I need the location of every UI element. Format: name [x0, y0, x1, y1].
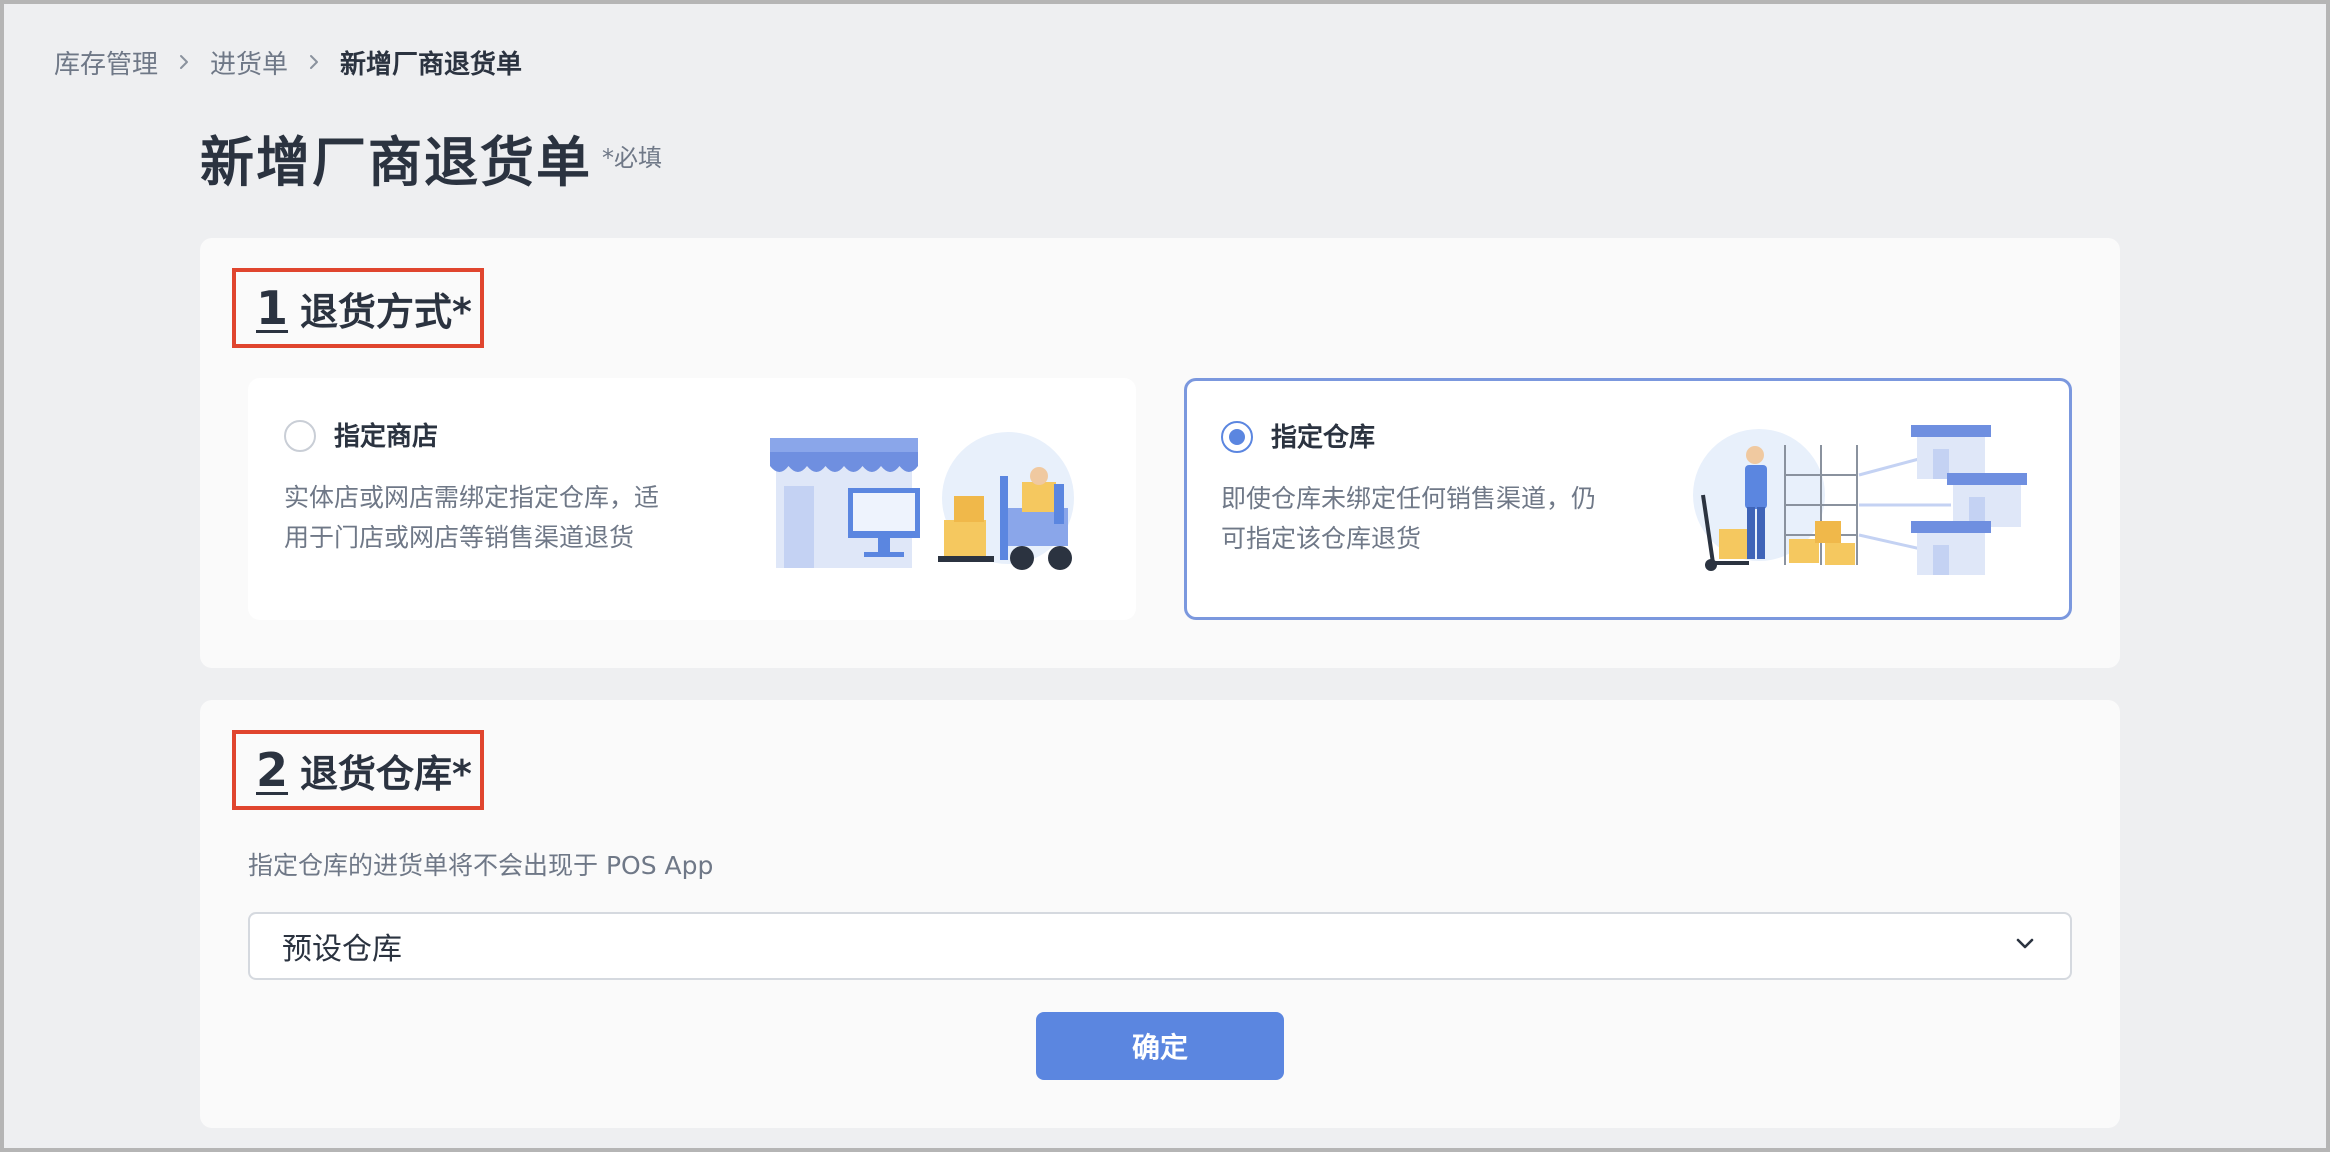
confirm-button[interactable]: 确定 [1036, 1012, 1284, 1080]
option-description: 即使仓库未绑定任何销售渠道，仍 可指定该仓库退货 [1221, 479, 1661, 559]
store-radio[interactable] [284, 420, 316, 452]
warehouse-hint: 指定仓库的进货单将不会出现于 POS App [248, 851, 714, 880]
option-desc-line: 即使仓库未绑定任何销售渠道，仍 [1221, 484, 1597, 513]
step-number: 2 [256, 743, 289, 797]
section-heading-text: 退货方式* [300, 289, 472, 334]
return-method-section: 1 退货方式* 指定商店 实体店或网店需绑定指定仓库，适 用于门店或网店等销售渠… [200, 238, 2120, 668]
return-warehouse-section: 2 退货仓库* 指定仓库的进货单将不会出现于 POS App 预设仓库 确定 [200, 700, 2120, 1128]
option-description: 实体店或网店需绑定指定仓库，适 用于门店或网店等销售渠道退货 [284, 478, 724, 558]
breadcrumb-current: 新增厂商退货单 [340, 49, 523, 80]
option-title: 指定仓库 [1271, 423, 1376, 453]
chevron-down-icon [2012, 931, 2038, 961]
option-card-warehouse[interactable]: 指定仓库 即使仓库未绑定任何销售渠道，仍 可指定该仓库退货 [1184, 378, 2072, 620]
option-title: 指定商店 [334, 422, 439, 452]
step-number: 1 [256, 281, 289, 335]
return-method-heading: 1 退货方式* [232, 268, 484, 348]
warehouse-distribution-illustration-icon [1693, 425, 2027, 575]
warehouse-select[interactable]: 预设仓库 [248, 912, 2072, 980]
return-warehouse-heading: 2 退货仓库* [232, 730, 484, 810]
option-desc-line: 实体店或网店需绑定指定仓库，适 [284, 483, 660, 512]
option-card-store[interactable]: 指定商店 实体店或网店需绑定指定仓库，适 用于门店或网店等销售渠道退货 [248, 378, 1136, 620]
warehouse-select-value: 预设仓库 [282, 932, 402, 967]
breadcrumb-purchase-orders[interactable]: 进货单 [210, 44, 288, 81]
page-title: 新增厂商退货单 [200, 131, 592, 194]
breadcrumb: 库存管理 进货单 新增厂商退货单 [54, 44, 522, 80]
warehouse-radio[interactable] [1221, 421, 1253, 453]
breadcrumb-inventory[interactable]: 库存管理 [54, 44, 158, 81]
option-desc-line: 用于门店或网店等销售渠道退货 [284, 523, 635, 552]
option-desc-line: 可指定该仓库退货 [1221, 524, 1422, 553]
storefront-forklift-illustration-icon [770, 432, 1074, 570]
chevron-right-icon [158, 53, 210, 71]
section-heading-text: 退货仓库* [300, 751, 472, 796]
chevron-right-icon [288, 53, 340, 71]
required-note: *必填 [602, 144, 662, 172]
